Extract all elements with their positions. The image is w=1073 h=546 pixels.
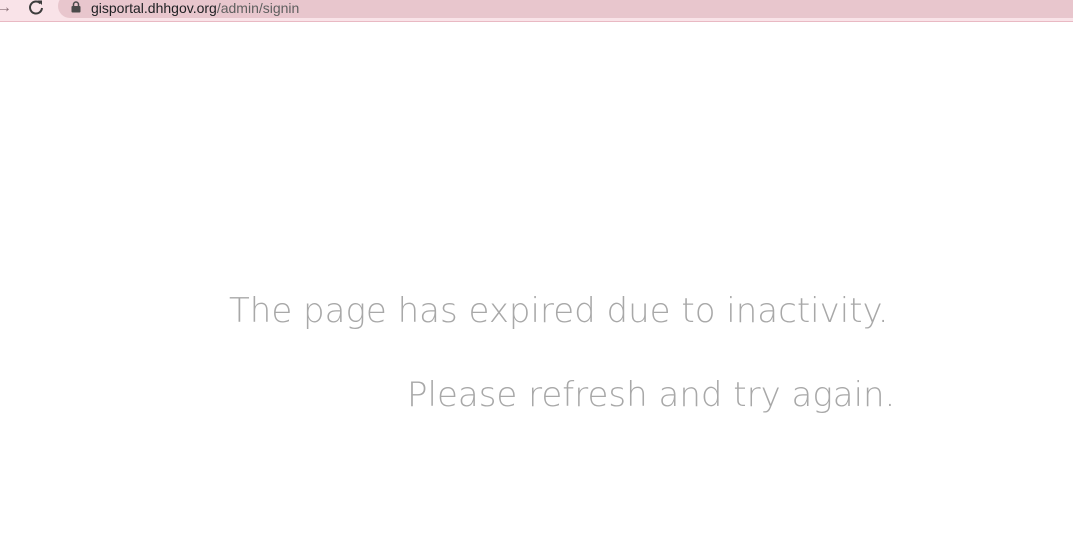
address-bar[interactable]: gisportal.dhhgov.org/admin/signin xyxy=(58,0,1073,18)
url-path: /admin/signin xyxy=(216,0,300,16)
browser-toolbar: → gisportal.dhhgov.org/admin/signin xyxy=(0,0,1073,22)
address-url[interactable]: gisportal.dhhgov.org/admin/signin xyxy=(91,1,299,15)
reload-icon[interactable] xyxy=(27,0,45,17)
url-host: gisportal.dhhgov.org xyxy=(91,0,217,16)
lock-icon[interactable] xyxy=(71,0,81,13)
refresh-message: Please refresh and try again. xyxy=(407,375,896,415)
expired-message: The page has expired due to inactivity. xyxy=(229,291,889,331)
forward-arrow-icon[interactable]: → xyxy=(0,0,12,18)
